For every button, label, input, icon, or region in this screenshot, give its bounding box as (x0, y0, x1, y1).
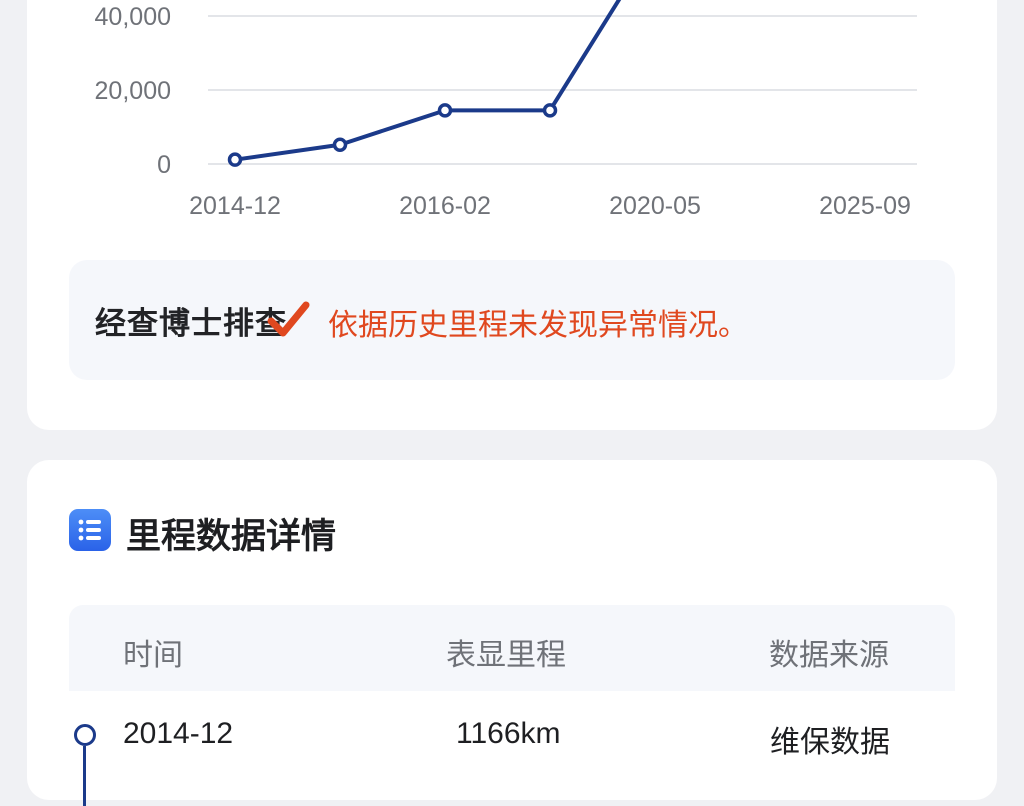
data-point[interactable] (332, 137, 348, 153)
mileage-series-line (233, 0, 622, 162)
x-tick-label: 2014-12 (189, 192, 281, 220)
y-tick-label: 0 (157, 151, 171, 179)
x-tick-label: 2025-09 (819, 192, 911, 220)
data-point[interactable] (227, 152, 243, 167)
section-title: 里程数据详情 (126, 517, 337, 557)
data-point[interactable] (542, 103, 558, 118)
table-header: 时间 表显里程 数据来源 (69, 605, 955, 691)
cell-mileage: 1166km (456, 717, 561, 750)
mileage-chart-card: 0 20,000 40,000 2014-12 2016-02 2020-05 2025-… (27, 0, 997, 430)
timeline-dot-icon (74, 724, 96, 746)
cell-source: 维保数据 (770, 725, 890, 760)
column-header-source: 数据来源 (769, 638, 889, 673)
cell-time: 2014-12 (123, 717, 234, 750)
data-point[interactable] (437, 103, 453, 118)
list-icon (69, 509, 111, 551)
table-row: 2014-12 1166km 维保数据 (69, 691, 955, 806)
y-tick-label: 20,000 (95, 77, 171, 105)
column-header-time: 时间 (123, 638, 183, 673)
inspection-verdict: 经查博士排查 依据历史里程未发现异常情况。 (69, 260, 955, 380)
x-tick-label: 2016-02 (399, 192, 491, 220)
verdict-message: 依据历史里程未发现异常情况。 (328, 308, 748, 343)
verdict-brand-logo: 经查博士排查 (95, 306, 287, 342)
mileage-details-card: 里程数据详情 时间 表显里程 数据来源 2014-12 1166km 维保数据 (27, 460, 997, 806)
check-icon (267, 301, 310, 337)
x-tick-label: 2020-05 (609, 192, 701, 220)
column-header-mileage: 表显里程 (446, 638, 566, 673)
mileage-line-chart: 0 20,000 40,000 2014-12 2016-02 2020-05 2025-… (95, 0, 917, 220)
timeline-connector (83, 746, 86, 806)
y-tick-label: 40,000 (95, 3, 171, 31)
